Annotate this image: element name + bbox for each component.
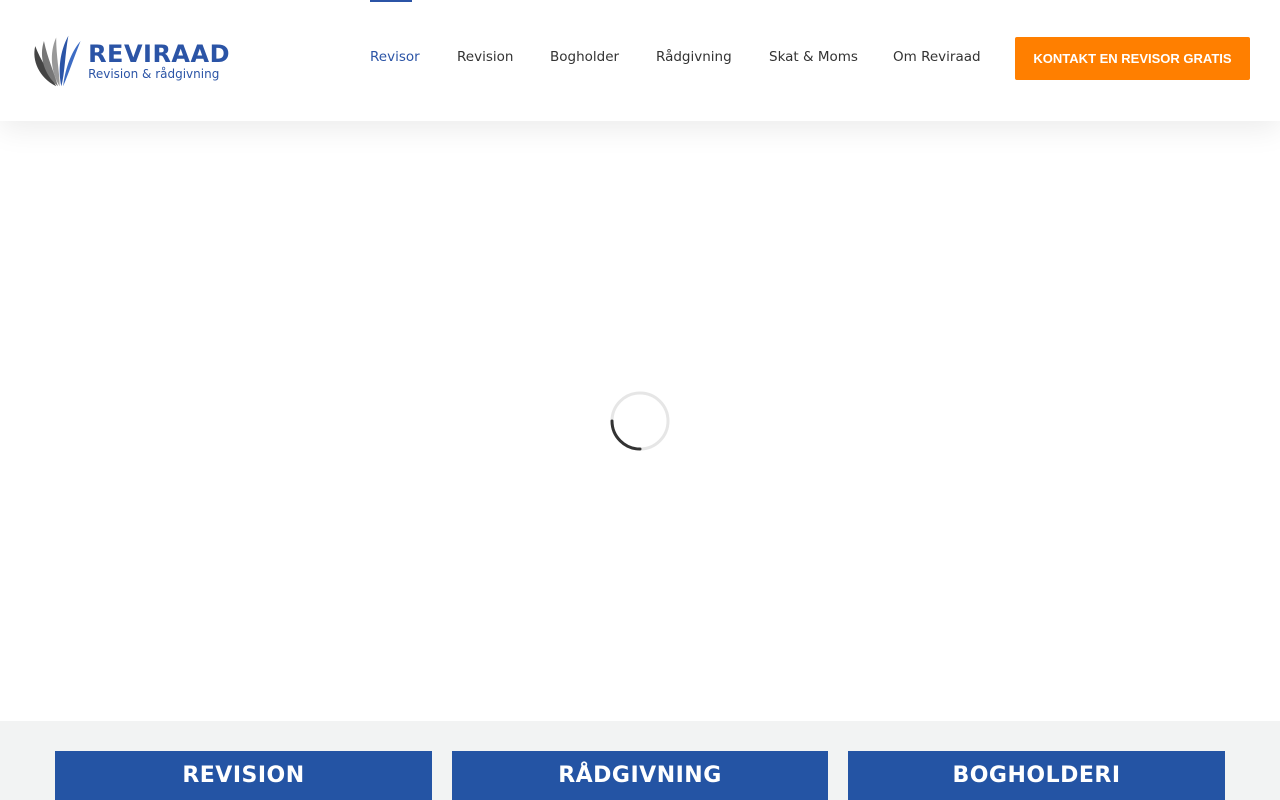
service-card-radgivning[interactable]: RÅDGIVNING	[452, 751, 828, 800]
services-section: REVISION RÅDGIVNING BOGHOLDERI	[0, 721, 1280, 800]
nav-item-om-reviraad[interactable]: Om Reviraad	[893, 49, 981, 69]
logo-swoosh-icon	[34, 35, 81, 87]
service-card-bogholderi[interactable]: BOGHOLDERI	[848, 751, 1225, 800]
brand-name: REVIRAAD	[88, 39, 230, 68]
nav-active-indicator	[370, 0, 412, 2]
nav-item-radgivning[interactable]: Rådgivning	[656, 49, 732, 69]
nav-item-revision[interactable]: Revision	[457, 49, 513, 69]
nav-item-skat-moms[interactable]: Skat & Moms	[769, 49, 858, 69]
loading-spinner-icon	[610, 391, 670, 451]
brand-tagline: Revision & rådgivning	[88, 66, 220, 81]
nav-item-revisor[interactable]: Revisor	[370, 49, 420, 69]
service-card-revision[interactable]: REVISION	[55, 751, 432, 800]
nav-item-bogholder[interactable]: Bogholder	[550, 49, 619, 69]
logo[interactable]: REVIRAAD Revision & rådgivning	[30, 30, 230, 92]
main-content	[0, 121, 1280, 721]
site-header: REVIRAAD Revision & rådgivning Revisor R…	[0, 0, 1280, 121]
contact-revisor-button[interactable]: KONTAKT EN REVISOR GRATIS	[1015, 37, 1250, 80]
